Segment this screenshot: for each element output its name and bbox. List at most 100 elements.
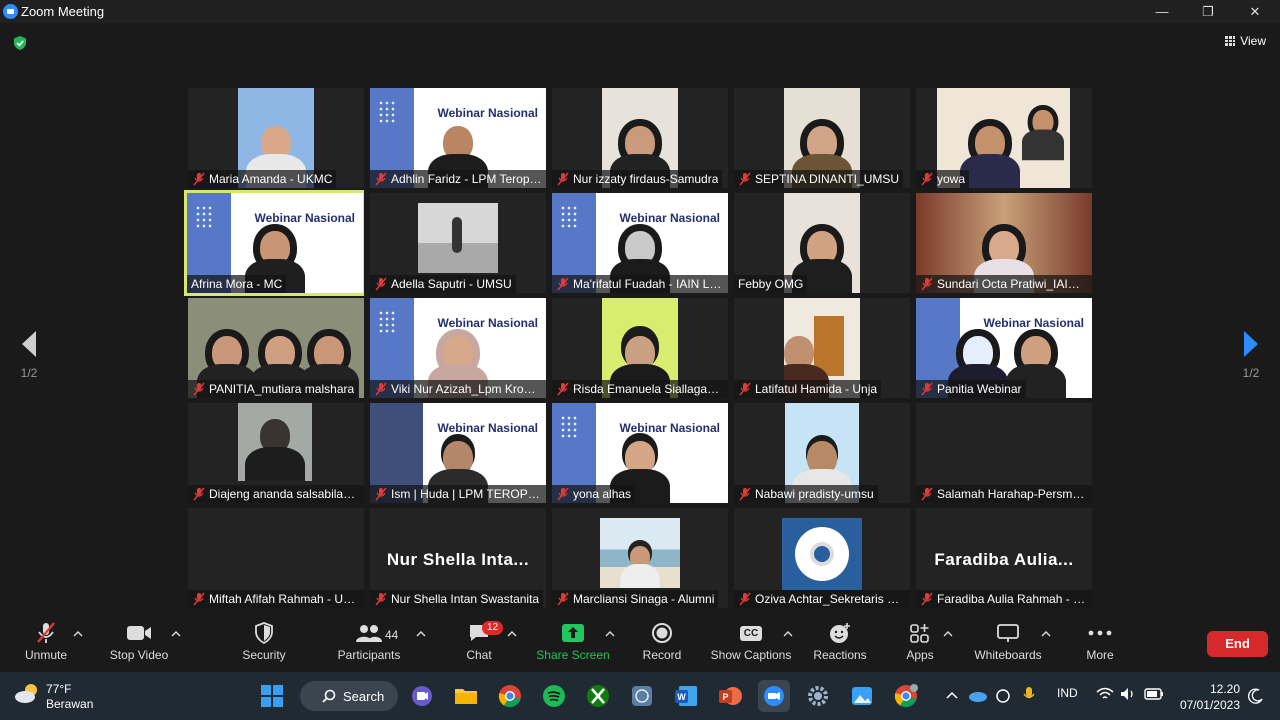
apps-button[interactable]: Apps xyxy=(900,618,940,670)
taskbar-word[interactable]: W xyxy=(670,680,702,712)
previous-page-button[interactable]: 1/2 xyxy=(14,330,44,390)
taskbar-meet-app[interactable] xyxy=(406,680,438,712)
participant-tile-active-speaker[interactable]: Afrina Mora - MC xyxy=(184,190,364,296)
page-indicator-right: 1/2 xyxy=(1242,366,1260,380)
apps-icon xyxy=(910,624,929,643)
reactions-button[interactable]: Reactions xyxy=(812,618,868,670)
show-captions-button[interactable]: CC Show Captions xyxy=(708,618,794,670)
chat-options-caret-icon[interactable] xyxy=(507,630,517,638)
clock-time: 12.20 xyxy=(1209,682,1240,696)
taskbar-settings[interactable] xyxy=(802,680,834,712)
participant-tile[interactable]: Miftah Afifah Rahmah - UMSU xyxy=(188,508,364,608)
participant-name-label: Nur Shella Intan Swastanita xyxy=(370,590,544,608)
microphone-icon[interactable] xyxy=(1022,686,1036,704)
share-screen-icon xyxy=(562,624,584,642)
taskbar-file-explorer[interactable] xyxy=(450,680,482,712)
participant-tile[interactable]: Febby OMG xyxy=(734,193,910,293)
participants-options-caret-icon[interactable] xyxy=(416,630,426,638)
whiteboards-options-caret-icon[interactable] xyxy=(1041,630,1051,638)
minimize-button[interactable]: — xyxy=(1139,0,1185,23)
taskbar-zoom-active[interactable] xyxy=(758,680,790,712)
taskbar-xbox[interactable] xyxy=(582,680,614,712)
security-button[interactable]: Security xyxy=(238,618,290,670)
next-page-button[interactable]: 1/2 xyxy=(1236,330,1266,390)
participant-tile[interactable]: Adhlin Faridz - LPM Teropong UMSU xyxy=(370,88,546,188)
participant-tile[interactable]: Nur Shella Inta... Nur Shella Intan Swas… xyxy=(370,508,546,608)
taskbar-clock[interactable]: 12.20 07/01/2023 xyxy=(1180,681,1240,713)
cloudy-weather-icon xyxy=(15,684,37,703)
restore-button[interactable]: ❐ xyxy=(1185,0,1231,23)
taskbar-spotify[interactable] xyxy=(538,680,570,712)
mic-muted-icon xyxy=(375,592,387,606)
taskbar-search[interactable]: Search xyxy=(300,681,398,711)
participant-tile[interactable]: Marcliansi Sinaga - Alumni xyxy=(552,508,728,608)
mic-muted-icon xyxy=(375,487,387,501)
stop-video-button[interactable]: Stop Video xyxy=(106,618,172,670)
participant-tile[interactable]: Latifatul Hamida - Unja xyxy=(734,298,910,398)
more-button[interactable]: More xyxy=(1080,618,1120,670)
whiteboards-button[interactable]: Whiteboards xyxy=(970,618,1046,670)
share-options-caret-icon[interactable] xyxy=(605,630,615,638)
view-button[interactable]: View xyxy=(1225,32,1266,50)
participants-button[interactable]: Participants xyxy=(334,618,404,670)
zoom-app-icon xyxy=(3,4,18,19)
captions-options-caret-icon[interactable] xyxy=(783,630,793,638)
share-screen-button[interactable]: Share Screen xyxy=(534,618,612,670)
taskbar-settings-app[interactable] xyxy=(626,680,658,712)
participant-name-label: Viki Nur Azizah_Lpm Kronika xyxy=(370,380,546,398)
participant-profile-photo xyxy=(782,518,862,590)
taskbar-photos[interactable] xyxy=(846,680,878,712)
taskbar-chrome[interactable] xyxy=(494,680,526,712)
participant-video xyxy=(238,403,312,481)
video-options-caret-icon[interactable] xyxy=(171,630,181,638)
unmute-button[interactable]: Unmute xyxy=(18,618,74,670)
onedrive-icon[interactable] xyxy=(968,688,988,702)
weather-description: Berawan xyxy=(46,697,94,711)
participant-tile[interactable]: Sundari Octa Pratiwi_IAIN Langsa xyxy=(916,193,1092,293)
start-button[interactable] xyxy=(256,680,288,712)
taskbar-chrome-profile[interactable] xyxy=(890,680,922,712)
do-not-disturb-moon-icon[interactable] xyxy=(1248,688,1264,704)
show-hidden-icons-icon[interactable] xyxy=(946,690,958,700)
participant-tile[interactable]: Nur izzaty firdaus-Samudra xyxy=(552,88,728,188)
weather-widget[interactable]: 77°F Berawan xyxy=(14,682,93,712)
wifi-icon[interactable] xyxy=(1096,687,1114,701)
participant-tile[interactable]: Oziva Achtar_Sekretaris Persma xyxy=(734,508,910,608)
sync-icon[interactable] xyxy=(994,687,1012,705)
participant-tile[interactable]: Nabawi pradisty-umsu xyxy=(734,403,910,503)
speaker-icon[interactable] xyxy=(1120,687,1136,701)
participant-tile[interactable]: Maria Amanda - UKMC xyxy=(188,88,364,188)
whiteboards-label: Whiteboards xyxy=(974,648,1042,662)
battery-icon[interactable] xyxy=(1144,688,1164,700)
participant-tile[interactable]: SEPTINA DINANTI_UMSU xyxy=(734,88,910,188)
audio-options-caret-icon[interactable] xyxy=(73,630,83,638)
taskbar-powerpoint[interactable]: P xyxy=(714,680,746,712)
participant-name-label: Febby OMG xyxy=(734,275,808,293)
smiley-reaction-icon xyxy=(830,623,850,643)
apps-options-caret-icon[interactable] xyxy=(943,630,953,638)
participant-tile[interactable]: Viki Nur Azizah_Lpm Kronika xyxy=(370,298,546,398)
page-indicator-left: 1/2 xyxy=(20,366,38,380)
participant-tile[interactable]: Ism | Huda | LPM TEROPONG xyxy=(370,403,546,503)
participant-tile[interactable]: Adella Saputri - UMSU xyxy=(370,193,546,293)
mic-muted-icon xyxy=(921,592,933,606)
participant-tile[interactable]: Ma'rifatul Fuadah - IAIN Langsa xyxy=(552,193,728,293)
participant-tile[interactable]: PANITIA_mutiara malshara xyxy=(188,298,364,398)
participant-tile[interactable]: Faradiba Aulia... Faradiba Aulia Rahmah … xyxy=(916,508,1092,608)
participant-tile[interactable]: yona alhas xyxy=(552,403,728,503)
mic-muted-icon xyxy=(557,277,569,291)
windows-taskbar: 77°F Berawan Search W P IND 12.20 07/01/… xyxy=(0,672,1280,720)
participant-tile[interactable]: yowa xyxy=(916,88,1092,188)
participant-tile[interactable]: Panitia Webinar xyxy=(916,298,1092,398)
participant-tile[interactable]: Risda Emanuela Siallagan_UMSU xyxy=(552,298,728,398)
participant-tile[interactable]: Diajeng ananda salsabila_UMSU xyxy=(188,403,364,503)
close-button[interactable]: ✕ xyxy=(1232,0,1278,23)
participant-tile[interactable]: Salamah Harahap-Persma UMSU xyxy=(916,403,1092,503)
participant-name-label: Marcliansi Sinaga - Alumni xyxy=(552,590,719,608)
record-button[interactable]: Record xyxy=(640,618,684,670)
encryption-shield-icon[interactable] xyxy=(12,35,28,51)
folder-icon xyxy=(455,689,477,704)
end-meeting-button[interactable]: End xyxy=(1207,631,1268,657)
participant-name-label: Nur izzaty firdaus-Samudra xyxy=(552,170,723,188)
language-indicator[interactable]: IND xyxy=(1057,686,1078,700)
